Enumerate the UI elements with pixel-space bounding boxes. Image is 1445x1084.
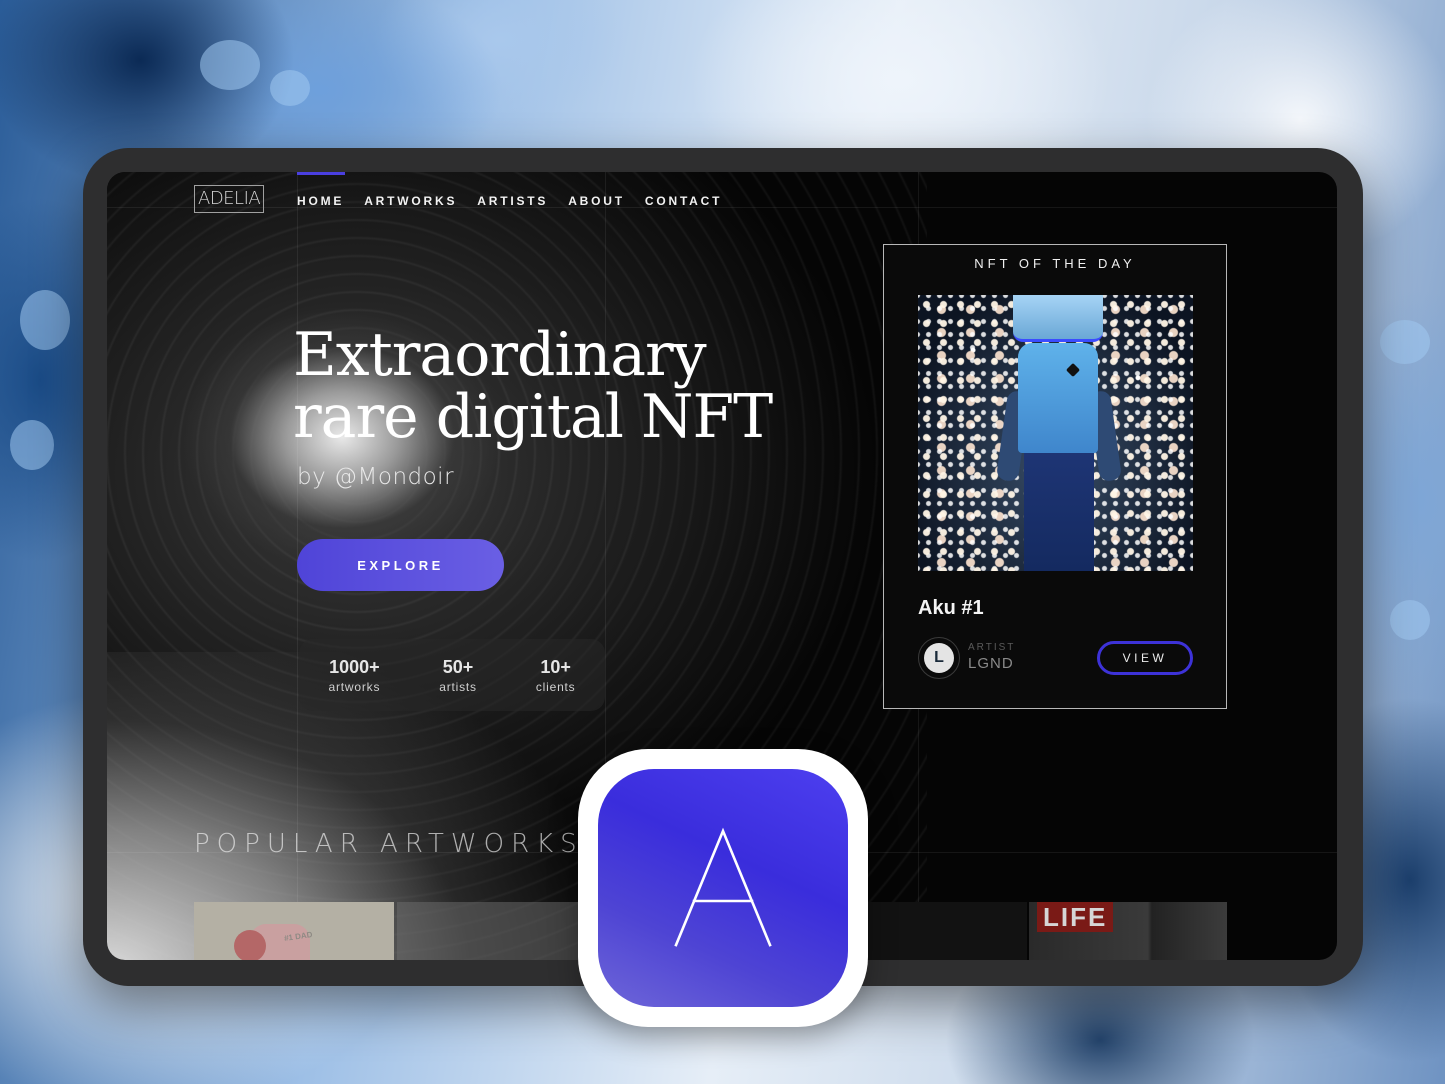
nav-item-artworks[interactable]: ARTWORKS	[364, 194, 457, 208]
artwork-thumbnail[interactable]	[397, 902, 587, 960]
nft-card-heading: NFT OF THE DAY	[974, 256, 1136, 271]
stat-artworks: 1000+ artworks	[329, 657, 381, 694]
hero-byline: by @Mondoir	[297, 464, 455, 490]
nft-artwork-image[interactable]	[918, 295, 1193, 571]
stat-clients: 10+ clients	[536, 657, 576, 694]
figure-legs	[1024, 451, 1094, 571]
stat-value: 1000+	[329, 656, 380, 677]
artwork-thumbnail[interactable]	[867, 902, 1027, 960]
artwork-thumbnail[interactable]: #1 DAD	[194, 902, 394, 960]
stats-panel: 1000+ artworks 50+ artists 10+ clients	[299, 639, 605, 711]
stat-label: artists	[439, 679, 477, 694]
artist-label: ARTIST	[968, 642, 1016, 653]
artist-logo-icon: L	[924, 643, 954, 673]
letter-a-icon	[674, 827, 772, 947]
explore-button[interactable]: EXPLORE	[297, 539, 504, 591]
nft-of-the-day-card: NFT OF THE DAY Aku #1 L ARTIST LGND VIEW	[883, 244, 1227, 709]
artwork-thumbnail[interactable]: LIFE	[1029, 902, 1227, 960]
nav-item-about[interactable]: ABOUT	[568, 194, 625, 208]
artwork-caption: LIFE	[1037, 902, 1114, 932]
mailbox-flag	[234, 930, 266, 960]
stat-label: clients	[535, 679, 576, 694]
stat-value: 50+	[442, 656, 474, 677]
nav-item-contact[interactable]: CONTACT	[645, 194, 722, 208]
background-cell	[1390, 600, 1430, 640]
nav-item-artists[interactable]: ARTISTS	[477, 194, 548, 208]
stat-value: 10+	[540, 656, 571, 677]
popular-artworks-heading: POPULAR ARTWORKS	[194, 829, 584, 859]
artist-avatar[interactable]: L	[918, 637, 960, 679]
background-cell	[20, 290, 70, 350]
figure-torso	[1018, 343, 1098, 453]
background-cell	[1380, 320, 1430, 364]
hero-title-line-1: Extraordinary	[293, 320, 707, 390]
artist-name[interactable]: LGND	[968, 655, 1014, 672]
stat-label: artworks	[328, 679, 381, 694]
figure-head	[1013, 295, 1103, 342]
site-logo[interactable]: ADELIA	[194, 185, 265, 213]
nav-active-indicator	[297, 172, 345, 175]
hero-title: Extraordinary rare digital NFT	[293, 320, 773, 452]
background-cell	[200, 40, 260, 90]
stat-artists: 50+ artists	[439, 657, 477, 694]
background-cell	[10, 420, 54, 470]
view-button[interactable]: VIEW	[1097, 641, 1193, 675]
nft-name: Aku #1	[918, 597, 984, 619]
main-nav: HOME ARTWORKS ARTISTS ABOUT CONTACT	[297, 194, 742, 208]
background-cell	[270, 70, 310, 106]
hero-title-line-2: rare digital NFT	[293, 382, 773, 452]
nav-item-home[interactable]: HOME	[297, 194, 344, 208]
app-icon	[578, 749, 868, 1027]
app-icon-face	[598, 769, 848, 1007]
